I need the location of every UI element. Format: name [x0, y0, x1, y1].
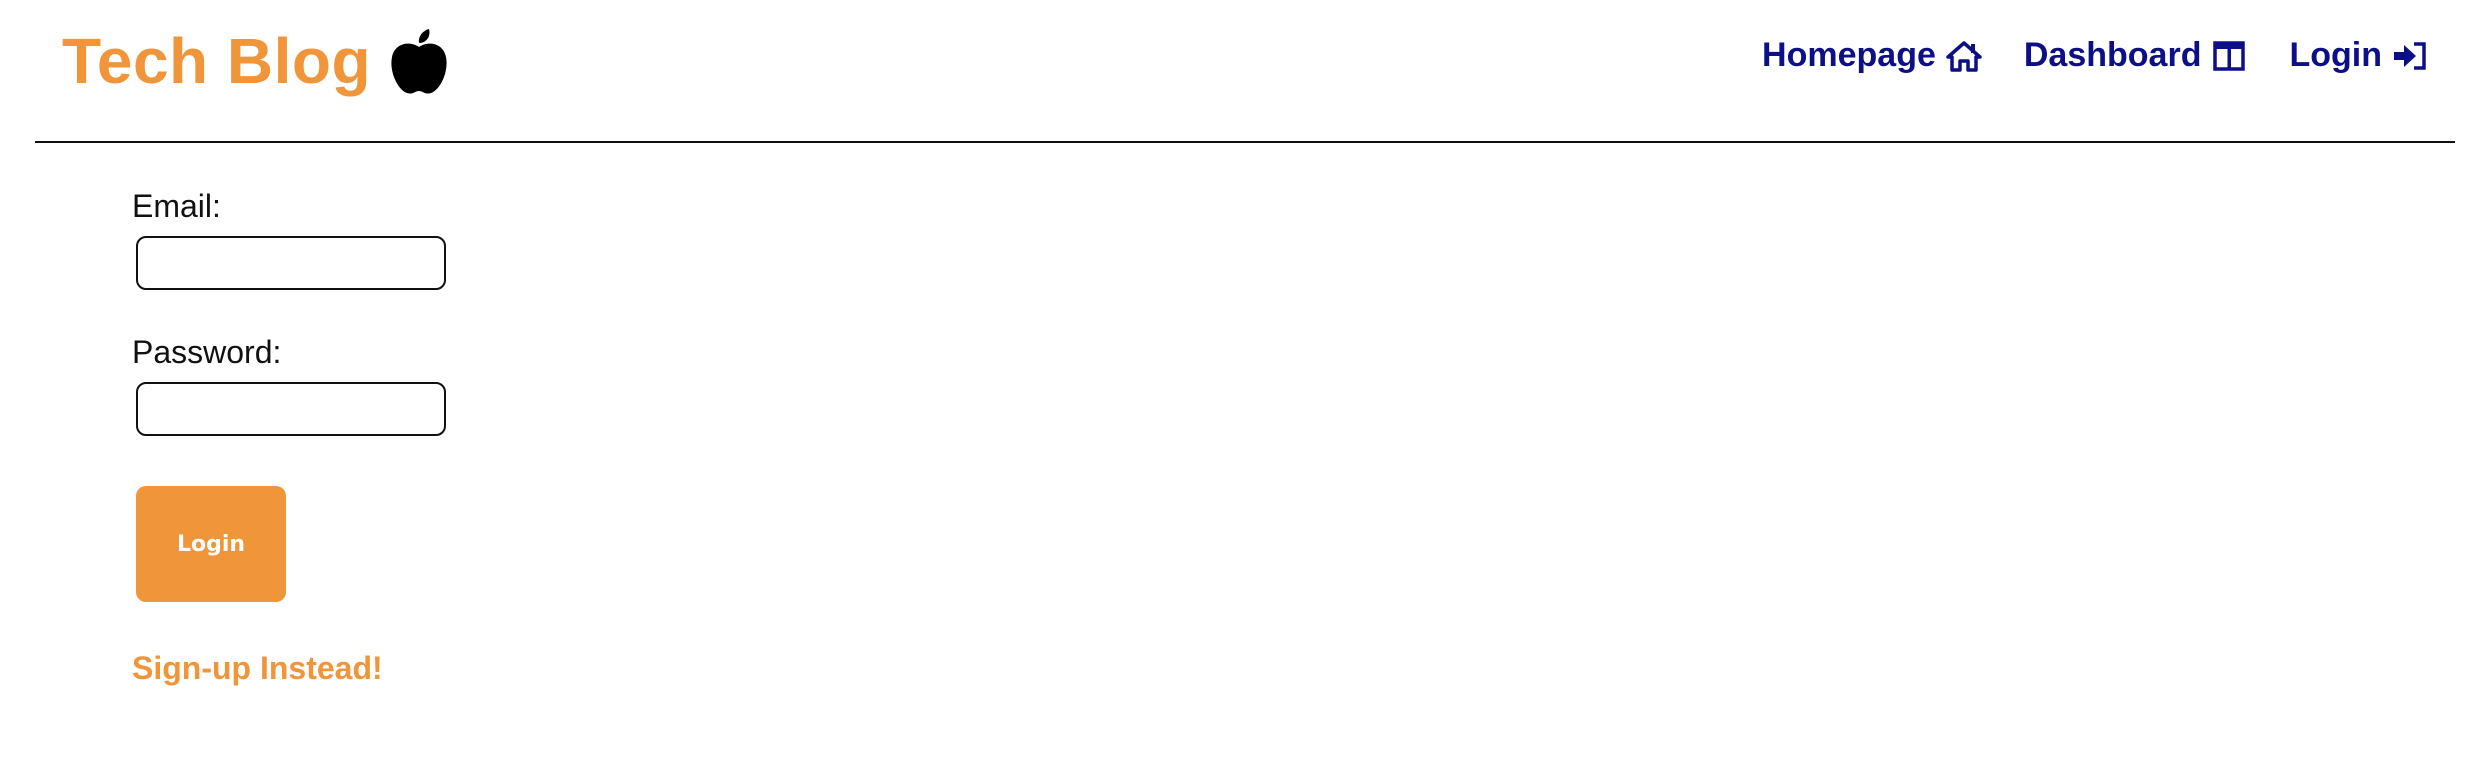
- apple-icon: [389, 27, 449, 95]
- site-header: Tech Blog Homepage Dashboard Login: [0, 0, 2490, 142]
- nav-login[interactable]: Login: [2289, 36, 2428, 75]
- nav-homepage[interactable]: Homepage: [1762, 36, 1982, 75]
- login-button[interactable]: Login: [136, 486, 286, 602]
- nav-dashboard-label: Dashboard: [2023, 36, 2202, 74]
- header-divider: [35, 141, 2455, 143]
- email-label: Email:: [132, 188, 221, 224]
- brand-title: Tech Blog: [62, 25, 372, 97]
- nav-dashboard[interactable]: Dashboard: [2024, 36, 2248, 75]
- signup-link[interactable]: Sign-up Instead!: [132, 650, 383, 687]
- password-label: Password:: [132, 334, 282, 370]
- brand[interactable]: Tech Blog: [62, 20, 449, 102]
- sign-in-icon: [2392, 40, 2428, 72]
- password-input[interactable]: [136, 382, 446, 436]
- columns-icon: [2211, 40, 2247, 72]
- nav-homepage-label: Homepage: [1762, 36, 1936, 74]
- home-icon: [1946, 40, 1982, 72]
- email-field-group: Email:: [132, 190, 446, 290]
- nav-login-label: Login: [2289, 36, 2382, 74]
- password-field-group: Password:: [132, 336, 446, 436]
- email-input[interactable]: [136, 236, 446, 290]
- main-nav: Homepage Dashboard Login: [1762, 36, 2428, 75]
